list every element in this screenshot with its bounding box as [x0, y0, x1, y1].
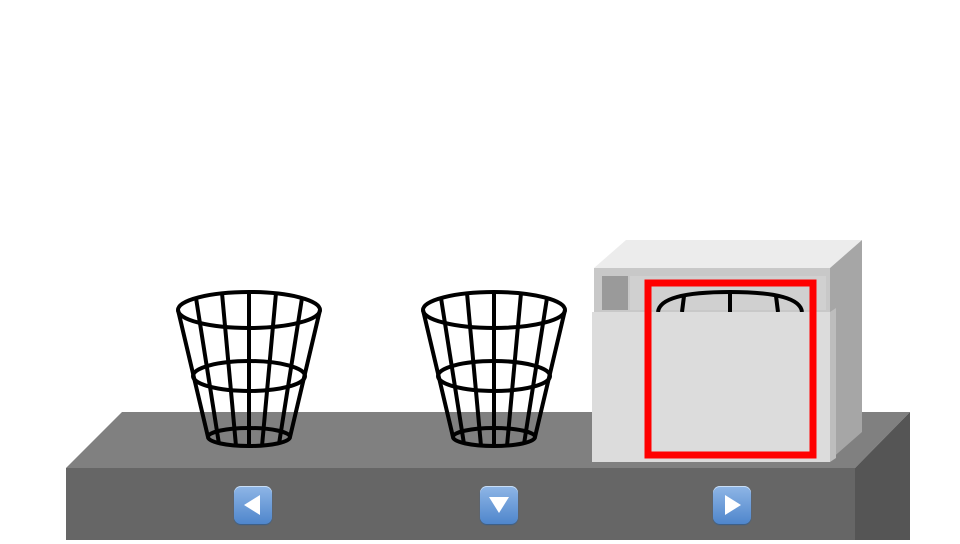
move-left-button[interactable]: [234, 486, 272, 524]
box-front-edge: [830, 308, 836, 462]
game-scene: [0, 0, 960, 540]
triangle-right-icon: [725, 495, 741, 515]
triangle-down-icon: [489, 497, 509, 513]
box-slot-dark: [602, 276, 628, 310]
scene-canvas: [66, 240, 910, 540]
box-top: [594, 240, 862, 268]
drop-down-button[interactable]: [480, 486, 518, 524]
box-front: [592, 312, 830, 462]
triangle-left-icon: [244, 495, 260, 515]
cover-box[interactable]: [592, 240, 862, 462]
move-right-button[interactable]: [713, 486, 751, 524]
